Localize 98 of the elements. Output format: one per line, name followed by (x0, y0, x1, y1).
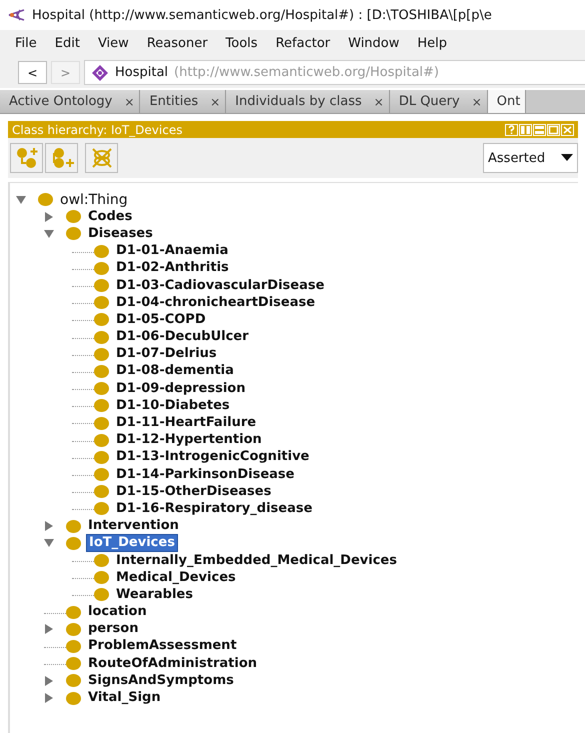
tab[interactable]: Individuals by class × (226, 90, 390, 113)
class-node[interactable]: D1-11-HeartFailure (114, 415, 258, 432)
close-tab-button[interactable]: × (472, 94, 482, 108)
class-icon (66, 674, 81, 688)
class-node[interactable]: Diseases (86, 226, 155, 242)
caret-icon (561, 154, 573, 162)
expand-arrow-icon[interactable] (44, 521, 54, 532)
class-node[interactable]: D1-01-Anaemia (114, 243, 230, 260)
menu-item[interactable]: View (90, 36, 140, 51)
class-icon (66, 227, 81, 240)
menu-item[interactable]: Tools (218, 36, 269, 51)
class-node[interactable]: D1-13-IntrogenicCognitive (114, 449, 312, 466)
close-icon[interactable] (561, 124, 574, 136)
expand-arrow-icon[interactable] (44, 212, 54, 222)
class-node[interactable]: D1-08-dementia (114, 363, 236, 380)
class-node[interactable]: D1-10-Diabetes (114, 398, 232, 414)
ontology-address-field[interactable]: Hospital (http://www.semanticweb.org/Hospital#) (84, 60, 585, 85)
class-node[interactable]: D1-06-DecubUlcer (114, 329, 251, 346)
class-node[interactable]: Codes (86, 208, 134, 225)
class-node[interactable]: IoT_Devices (86, 534, 178, 552)
expand-arrow-icon[interactable] (44, 624, 54, 634)
class-node[interactable]: D1-15-OtherDiseases (114, 484, 274, 500)
class-icon (66, 622, 81, 636)
tab[interactable]: Active Ontology × (0, 90, 140, 113)
class-node[interactable]: Vital_Sign (86, 690, 163, 706)
class-icon (94, 485, 109, 498)
help-icon[interactable] (505, 124, 518, 136)
class-icon (94, 330, 109, 344)
class-node[interactable]: location (86, 604, 149, 620)
class-node[interactable]: RouteOfAdministration (86, 656, 260, 672)
class-node[interactable]: D1-03-CadiovascularDisease (114, 278, 326, 294)
class-icon (94, 416, 109, 430)
class-node[interactable]: owl:Thing (58, 192, 130, 208)
class-node[interactable]: D1-07-Delrius (114, 346, 219, 362)
class-icon (94, 382, 109, 396)
collapse-arrow-icon[interactable] (16, 194, 26, 205)
close-tab-button[interactable]: × (374, 94, 384, 108)
expand-arrow-icon[interactable] (44, 693, 54, 704)
class-node[interactable]: ProblemAssessment (86, 638, 239, 654)
tab[interactable]: Ont (488, 90, 526, 113)
split-vertical-icon[interactable] (519, 124, 532, 136)
class-node[interactable]: D1-14-ParkinsonDisease (114, 466, 296, 483)
window-title: Hospital (http://www.semanticweb.org/Hospital#) : [D:\TOSHIBA\[p[p\e (32, 8, 492, 22)
class-icon (94, 244, 109, 258)
class-node[interactable]: D1-16-Respiratory_disease (114, 500, 314, 517)
class-icon (94, 554, 109, 568)
view-title: Class hierarchy: IoT_Devices (12, 122, 182, 136)
class-icon (94, 468, 109, 482)
tab[interactable]: DL Query × (390, 90, 488, 113)
class-icon (94, 364, 109, 378)
class-icon (38, 193, 53, 206)
class-icon (66, 210, 81, 224)
class-icon (94, 588, 109, 602)
close-tab-button[interactable]: × (124, 94, 134, 108)
class-icon (94, 296, 109, 310)
class-icon (94, 348, 109, 361)
class-node[interactable]: Wearables (114, 586, 195, 603)
class-icon (94, 313, 109, 326)
class-node[interactable]: D1-04-chronicheartDisease (114, 294, 318, 311)
expand-arrow-icon[interactable] (44, 676, 54, 686)
hierarchy-mode-dropdown[interactable]: Asserted (483, 143, 578, 173)
class-icon (94, 262, 109, 275)
class-icon (66, 520, 81, 533)
collapse-arrow-icon[interactable] (44, 538, 54, 548)
maximize-icon[interactable] (547, 124, 560, 136)
class-node[interactable]: D1-02-Anthritis (114, 260, 231, 276)
menu-item[interactable]: Help (410, 36, 458, 51)
back-button[interactable]: < (18, 61, 47, 84)
tab[interactable]: Entities × (140, 90, 226, 113)
collapse-arrow-icon[interactable] (44, 228, 54, 239)
class-icon (94, 279, 109, 292)
class-icon (94, 450, 109, 464)
split-horizontal-icon[interactable] (533, 124, 546, 136)
class-node[interactable]: Intervention (86, 518, 181, 534)
class-icon (94, 571, 109, 584)
ontology-icon (91, 64, 109, 82)
close-tab-button[interactable]: × (210, 94, 220, 108)
class-node[interactable]: D1-12-Hypertention (114, 432, 264, 448)
class-icon (66, 606, 81, 619)
menu-item[interactable]: Edit (48, 36, 91, 51)
class-icon (94, 399, 109, 412)
class-node[interactable]: Medical_Devices (114, 570, 238, 586)
class-icon (94, 502, 109, 516)
class-icon (66, 657, 81, 670)
menu-item[interactable]: Window (341, 36, 410, 51)
class-icon (66, 640, 81, 653)
class-node[interactable]: D1-05-COPD (114, 312, 208, 328)
class-node[interactable]: SignsAndSymptoms (86, 672, 236, 689)
class-icon (66, 536, 81, 550)
menu-item[interactable]: Refactor (268, 36, 342, 51)
app-logo-icon (8, 8, 26, 22)
class-icon (66, 692, 81, 705)
class-node[interactable]: Internally_Embedded_Medical_Devices (114, 552, 399, 569)
class-node[interactable]: person (86, 621, 140, 638)
menu-item[interactable]: File (8, 36, 48, 51)
menu-item[interactable]: Reasoner (140, 36, 219, 51)
class-icon (94, 434, 109, 447)
class-node[interactable]: D1-09-depression (114, 380, 248, 397)
